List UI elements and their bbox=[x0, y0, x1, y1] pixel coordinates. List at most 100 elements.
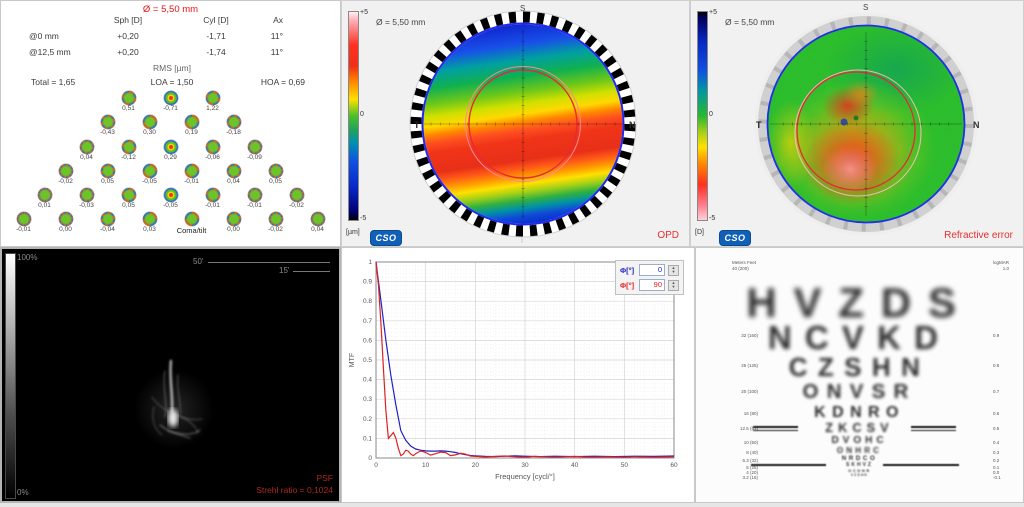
zernike-map-icon bbox=[164, 91, 178, 105]
zernike-value: -0,06 bbox=[205, 154, 220, 163]
zernike-term: 0,04 bbox=[297, 212, 339, 236]
zernike-value: 0,05 bbox=[269, 178, 282, 187]
phi-90-stepper[interactable]: ▲▼ bbox=[668, 280, 679, 291]
zernike-map-icon bbox=[101, 212, 115, 226]
row-label: @0 mm bbox=[29, 31, 59, 41]
opd-map[interactable]: T N S I bbox=[342, 1, 691, 248]
refractive-error-panel: +5 0 -5 [D] Ø = 5,50 mm bbox=[690, 0, 1024, 247]
zernike-map-icon bbox=[122, 91, 136, 105]
zernike-map-icon bbox=[17, 212, 31, 226]
zernike-term: 0,05 bbox=[108, 188, 150, 211]
zernike-value: -0,04 bbox=[100, 226, 115, 235]
refractive-error-map[interactable]: T N S bbox=[691, 1, 1024, 248]
zernike-map-icon bbox=[227, 164, 241, 178]
zernike-value: -0,02 bbox=[289, 202, 304, 211]
psf-core bbox=[168, 409, 178, 427]
zernike-map-icon bbox=[143, 164, 157, 178]
zernike-value: -0,12 bbox=[121, 154, 136, 163]
col-header-cyl: Cyl [D] bbox=[203, 15, 229, 25]
zernike-map-icon bbox=[122, 140, 136, 154]
zernike-pyramid: 0,51-0,711,22 -0,43 0,30 0,19 -0,18 0,04 -0,12… bbox=[1, 91, 340, 238]
zernike-value: -0,05 bbox=[142, 178, 157, 187]
acuity-logmar-label: 0.7 bbox=[993, 389, 1011, 394]
zernike-term: 0,00 bbox=[45, 212, 87, 236]
zernike-value: 0,30 bbox=[143, 129, 156, 138]
stepper-down-icon[interactable]: ▼ bbox=[669, 285, 678, 290]
rms-loa: LOA = 1,50 bbox=[151, 77, 194, 87]
acuity-logmar-label: 0.9 bbox=[993, 333, 1011, 338]
y-tick-label: 0.1 bbox=[363, 435, 372, 442]
mtf-panel: 00.10.20.30.40.50.60.70.80.9101020304050… bbox=[341, 247, 695, 503]
zernike-value: 0,19 bbox=[185, 129, 198, 138]
zernike-term: 0,05 bbox=[87, 164, 129, 187]
zernike-term: -0,18 bbox=[213, 115, 255, 138]
chart-guide-line bbox=[753, 426, 798, 431]
zernike-value: 0,00 bbox=[227, 226, 240, 235]
cyl-value: -1,74 bbox=[206, 47, 225, 57]
acuity-logmar-label: -0.1 bbox=[993, 475, 1011, 480]
zernike-term: -0,01 bbox=[234, 188, 276, 211]
col-header-ax: Ax bbox=[273, 15, 283, 25]
zernike-term: 0,01 bbox=[24, 188, 66, 211]
zernike-value: -0,43 bbox=[100, 129, 115, 138]
mtf-angle-controls: Φ[°] 0 ▲▼ Φ[°] 90 ▲▼ bbox=[615, 260, 684, 295]
temporal-marker: T bbox=[756, 120, 762, 130]
phi-90-input[interactable]: 90 bbox=[639, 279, 665, 291]
x-tick-label: 10 bbox=[422, 462, 430, 469]
zernike-map-icon bbox=[59, 212, 73, 226]
map-type-label: Refractive error bbox=[944, 230, 1013, 241]
x-tick-label: 40 bbox=[571, 462, 579, 469]
zernike-term: 0,03 bbox=[129, 212, 171, 236]
acuity-logmar-label: 0.3 bbox=[993, 450, 1011, 455]
row-label: @12,5 mm bbox=[29, 47, 71, 57]
psf-halo bbox=[134, 369, 214, 449]
y-axis-title: MTF bbox=[349, 353, 356, 367]
zernike-value: 0,04 bbox=[227, 178, 240, 187]
acuity-letter-chart[interactable]: HVZDSNCVKD32 (160)0.9CZSHN25 (125)0.8ONV… bbox=[696, 248, 1023, 502]
y-tick-label: 0.3 bbox=[363, 396, 372, 403]
zernike-term: 0,30 bbox=[129, 115, 171, 138]
x-tick-label: 20 bbox=[472, 462, 480, 469]
y-tick-label: 0.6 bbox=[363, 337, 372, 344]
strehl-ratio-label: Strehl ratio = 0,1024 bbox=[256, 485, 333, 495]
zernike-map-icon bbox=[248, 188, 262, 202]
temporal-marker: T bbox=[414, 120, 420, 130]
stepper-down-icon[interactable]: ▼ bbox=[669, 270, 678, 275]
x-tick-label: 30 bbox=[521, 462, 529, 469]
zernike-value: Coma/tilt bbox=[177, 226, 207, 236]
zernike-term: 0,51 bbox=[108, 91, 150, 114]
x-tick-label: 60 bbox=[670, 462, 678, 469]
zernike-term: -0,03 bbox=[66, 188, 108, 211]
zernike-map-icon bbox=[290, 188, 304, 202]
zernike-map-icon bbox=[164, 140, 178, 154]
zernike-term: 1,22 bbox=[192, 91, 234, 114]
zernike-term: -0,01 bbox=[192, 188, 234, 211]
zernike-term: -0,02 bbox=[255, 212, 297, 236]
zernike-row: 0,51-0,711,22 bbox=[1, 91, 340, 114]
acuity-size-label: 32 (160) bbox=[730, 333, 758, 338]
phi-90-row: Φ[°] 90 ▲▼ bbox=[620, 279, 679, 291]
zernike-value: 0,51 bbox=[122, 105, 135, 114]
acuity-size-label: 8 (40) bbox=[730, 450, 758, 455]
zernike-value: 0,04 bbox=[80, 154, 93, 163]
acuity-size-label: 20 (100) bbox=[730, 389, 758, 394]
zernike-value: 0,29 bbox=[164, 154, 177, 163]
zernike-value: -0,01 bbox=[205, 202, 220, 211]
zernike-map-icon bbox=[206, 188, 220, 202]
zernike-value: -0,01 bbox=[247, 202, 262, 211]
sph-value: +0,20 bbox=[117, 31, 139, 41]
psf-image[interactable] bbox=[2, 249, 339, 501]
psf-label: PSF bbox=[316, 473, 333, 483]
rms-hoa: HOA = 0,69 bbox=[261, 77, 305, 87]
psf-panel: 100% 0% 50' 15' PSF bbox=[0, 247, 341, 503]
phi-0-input[interactable]: 0 bbox=[639, 264, 665, 276]
phi-0-stepper[interactable]: ▲▼ bbox=[668, 265, 679, 276]
y-tick-label: 0.8 bbox=[363, 298, 372, 305]
zernike-term: -0,09 bbox=[234, 140, 276, 163]
zernike-map-icon bbox=[206, 91, 220, 105]
zernike-map-icon bbox=[185, 115, 199, 129]
map-type-label: OPD bbox=[657, 230, 679, 241]
y-tick-label: 0.7 bbox=[363, 318, 372, 325]
zernike-term: -0,01 bbox=[3, 212, 45, 236]
acuity-logmar-label: 0.6 bbox=[993, 411, 1011, 416]
